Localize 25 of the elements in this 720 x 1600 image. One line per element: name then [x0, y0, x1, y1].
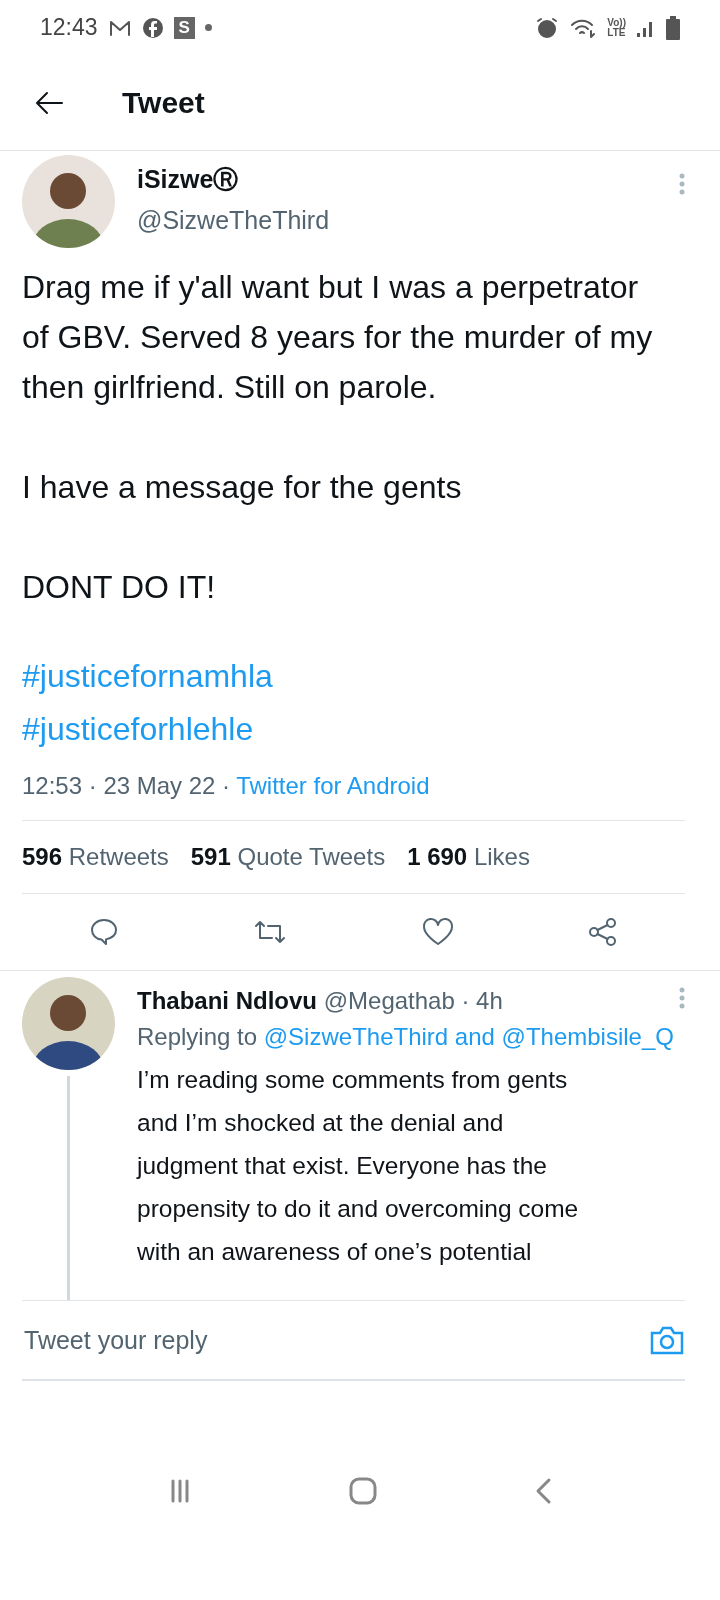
- tweet-text: DONT DO IT!: [22, 568, 217, 607]
- home-icon[interactable]: [348, 1475, 378, 1506]
- tweet-text: Drag me if y'all want but I was a perpetrator of GBV. Served 8 years for the murder of my then girlfriend. Still on parole.: [22, 268, 654, 407]
- network-type: Vo)) LTE: [607, 17, 626, 38]
- app-badge: S: [173, 16, 195, 39]
- page-title: Tweet: [122, 85, 205, 120]
- tweet-timestamp: 12:53 · 23 May 22 ·: [22, 772, 231, 800]
- dot-icon: [204, 24, 212, 31]
- facebook-icon: [141, 16, 164, 39]
- reply-author[interactable]: Thabani Ndlovu @Megathab · 4h: [137, 987, 679, 1015]
- like-icon[interactable]: [420, 916, 455, 948]
- camera-icon[interactable]: [649, 1324, 685, 1356]
- author-name[interactable]: iSizweⓇ: [137, 163, 657, 196]
- author-handle[interactable]: @SizweTheThird: [137, 206, 657, 235]
- share-icon[interactable]: [586, 916, 619, 948]
- stat-count[interactable]: 1 690 Likes: [407, 843, 530, 871]
- reply-text: I’m reading some comments from gents and I’m shocked at the denial and judgment that exist. Everyone has the propensity to do it and overcoming come with an awareness of one’s potential: [137, 1065, 580, 1267]
- battery-icon: [666, 15, 680, 40]
- stat-count[interactable]: 596 Retweets: [22, 843, 169, 871]
- tweet-text: I have a message for the gents: [22, 468, 463, 507]
- reply-context: Replying to @SizweTheThird and @Thembisile_Q: [137, 1022, 675, 1052]
- stat-count[interactable]: 591 Quote Tweets: [190, 843, 386, 871]
- back-arrow-icon[interactable]: [34, 89, 64, 116]
- alarm-icon: [535, 15, 560, 40]
- status-time: 12:43: [40, 14, 98, 41]
